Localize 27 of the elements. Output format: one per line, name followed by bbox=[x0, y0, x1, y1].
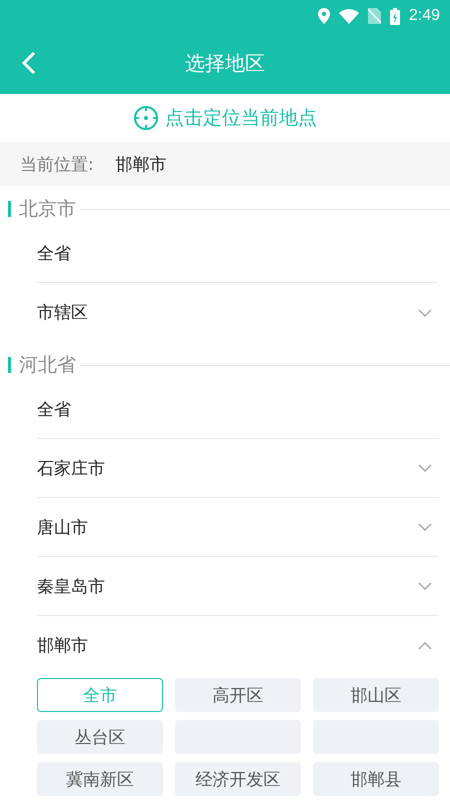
section-marker bbox=[8, 357, 11, 373]
current-location-value: 邯郸市 bbox=[116, 154, 167, 176]
back-icon bbox=[22, 51, 36, 75]
province-header: 河北省 bbox=[19, 353, 76, 378]
page-title: 选择地区 bbox=[185, 50, 265, 76]
current-location-label: 当前位置: bbox=[20, 154, 94, 176]
district-chip[interactable]: 丛台区 bbox=[37, 720, 163, 754]
city-item[interactable]: 石家庄市 bbox=[37, 439, 438, 498]
city-item[interactable]: 唐山市 bbox=[37, 498, 438, 557]
district-chip[interactable]: 冀南新区 bbox=[37, 762, 163, 796]
crosshair-icon bbox=[133, 105, 159, 131]
city-item[interactable]: 秦皇岛市 bbox=[37, 557, 438, 616]
district-chip[interactable]: 经济开发区 bbox=[175, 762, 301, 796]
city-item[interactable]: 市辖区 bbox=[37, 283, 438, 342]
province-header: 北京市 bbox=[19, 197, 76, 222]
status-time: 2:49 bbox=[408, 7, 440, 25]
wifi-icon bbox=[338, 8, 359, 24]
district-chip[interactable]: 邯山区 bbox=[313, 678, 439, 712]
district-chip[interactable]: 高开区 bbox=[175, 678, 301, 712]
city-item[interactable]: 全省 bbox=[37, 380, 438, 439]
district-chip[interactable]: 邯郸县 bbox=[313, 762, 439, 796]
section-marker bbox=[8, 201, 11, 217]
city-item[interactable]: 邯郸市 bbox=[37, 616, 438, 675]
location-icon bbox=[318, 8, 330, 24]
battery-icon bbox=[390, 8, 400, 24]
city-item[interactable]: 全省 bbox=[37, 224, 438, 283]
no-sim-icon bbox=[368, 8, 381, 24]
